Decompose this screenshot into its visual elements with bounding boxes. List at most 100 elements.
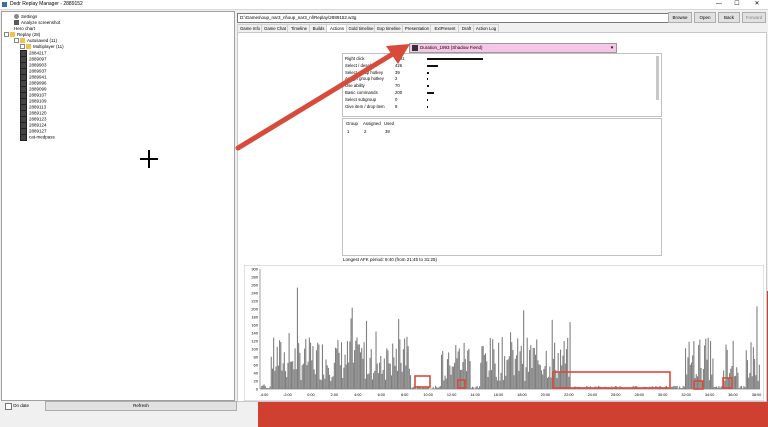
- apm-bar: [446, 379, 447, 389]
- apm-bar: [481, 346, 482, 389]
- apm-bar: [384, 359, 385, 389]
- apm-bar: [298, 343, 299, 389]
- tab-timeline[interactable]: Timeline: [287, 24, 311, 32]
- apm-bar: [329, 375, 330, 389]
- table-cell: 2: [364, 129, 366, 134]
- tab-action-log[interactable]: Action Log: [473, 24, 499, 32]
- stat-row[interactable]: Select / deselect426: [345, 63, 377, 69]
- apm-bar: [684, 387, 685, 389]
- apm-bar: [328, 368, 329, 389]
- apm-bar: [375, 332, 376, 389]
- replay-tree[interactable]: Settings Analyze screenshot Hero chart R…: [1, 11, 235, 401]
- apm-bar: [300, 380, 301, 389]
- apm-bar: [265, 386, 266, 389]
- apm-bar: [508, 359, 509, 389]
- x-tick-label: 10:00: [423, 393, 433, 397]
- tab-game-info[interactable]: Game Info: [237, 24, 263, 32]
- apm-bar: [706, 360, 707, 389]
- action-stats-list[interactable]: Right click2101Select / deselect426Selec…: [342, 53, 662, 117]
- x-tick-label: 34:00: [705, 393, 715, 397]
- apm-bar: [710, 341, 711, 389]
- apm-bar: [511, 342, 512, 389]
- apm-bar: [489, 370, 490, 389]
- stat-row[interactable]: Assign group hotkey2: [345, 76, 384, 82]
- apm-bar: [497, 380, 498, 389]
- apm-bar: [370, 358, 371, 389]
- stat-row[interactable]: Use ability70: [345, 83, 365, 89]
- browse-button[interactable]: Browse: [668, 12, 692, 23]
- stat-row[interactable]: Select subgroup0: [345, 97, 376, 103]
- open-button[interactable]: Open: [694, 12, 716, 23]
- apm-bar: [397, 371, 398, 389]
- apm-bar: [325, 360, 326, 389]
- apm-bar: [450, 375, 451, 389]
- tree-item-replay-file[interactable]: cat-medpass: [20, 134, 55, 140]
- collapse-icon[interactable]: [4, 32, 9, 37]
- stat-row[interactable]: Right click2101: [345, 56, 365, 62]
- apm-bar: [496, 377, 497, 389]
- expand-icon[interactable]: [20, 44, 25, 49]
- tab-game-chat[interactable]: Game Chat: [261, 24, 289, 32]
- close-button[interactable]: ✕: [750, 0, 764, 9]
- stat-row[interactable]: Basic commands200: [345, 90, 378, 96]
- replay-path-input[interactable]: D:\Games\oup_nar3_nl\oup_nar3_nl\Replay\…: [237, 13, 669, 23]
- apm-bar: [349, 341, 350, 389]
- apm-bar: [339, 353, 340, 389]
- apm-bar: [374, 371, 375, 389]
- stat-label: Right click: [345, 56, 365, 61]
- player-select[interactable]: Duration_1993 (Shadow Fiend) ▾: [409, 43, 617, 53]
- apm-bar: [386, 348, 387, 389]
- apm-bar: [364, 342, 365, 389]
- x-tick-label: 24:00: [588, 393, 598, 397]
- apm-bar: [712, 358, 713, 389]
- apm-bar: [487, 377, 488, 389]
- x-tick-label: 30:00: [658, 393, 668, 397]
- folder-icon: [26, 44, 31, 49]
- apm-bar: [549, 367, 550, 389]
- tab-exp-timeline[interactable]: Exp timeline: [374, 24, 404, 32]
- apm-bar: [690, 365, 691, 389]
- on-date-checkbox[interactable]: [5, 403, 12, 410]
- apm-bar: [317, 343, 318, 389]
- apm-bar: [752, 376, 753, 389]
- stat-row[interactable]: Select group hotkey39: [345, 70, 383, 76]
- minimize-button[interactable]: —: [712, 0, 726, 9]
- apm-bar: [680, 388, 681, 389]
- back-button[interactable]: Back: [718, 12, 740, 23]
- apm-bar: [310, 343, 311, 389]
- apm-bar: [304, 349, 305, 389]
- apm-bar: [740, 387, 741, 389]
- stat-row[interactable]: Give item / drop item8: [345, 104, 385, 110]
- apm-bar: [717, 388, 718, 389]
- apm-bar: [410, 375, 411, 389]
- apm-bar: [677, 386, 678, 389]
- forward-button[interactable]: Forward: [742, 12, 766, 23]
- chevron-down-icon[interactable]: ▾: [609, 44, 615, 52]
- apm-bar: [360, 352, 361, 389]
- apm-bar: [502, 337, 503, 389]
- apm-bar: [422, 388, 423, 389]
- y-tick-label: 220: [251, 299, 258, 304]
- expand-icon[interactable]: [14, 38, 19, 43]
- tab-gold-timeline[interactable]: Gold timeline: [346, 24, 376, 32]
- stat-value: 2: [395, 76, 397, 82]
- apm-bar: [565, 364, 566, 389]
- apm-bar: [472, 387, 473, 389]
- tab-presentation[interactable]: Presentation: [402, 24, 432, 32]
- refresh-button[interactable]: Refresh: [45, 401, 237, 411]
- apm-bar: [714, 387, 715, 389]
- camera-icon: [14, 20, 19, 25]
- apm-bar: [523, 310, 524, 389]
- apm-bar: [535, 355, 536, 389]
- maximize-button[interactable]: ☐: [730, 0, 744, 9]
- tab-extpresent[interactable]: ExtPresent: [430, 24, 460, 32]
- scrollbar[interactable]: [656, 56, 659, 100]
- apm-bar: [518, 371, 519, 389]
- apm-bar: [529, 350, 530, 389]
- apm-bar: [729, 373, 730, 389]
- apm-bar: [408, 346, 409, 389]
- apm-bar: [385, 380, 386, 389]
- apm-bar: [561, 365, 562, 389]
- apm-bar: [305, 339, 306, 389]
- apm-bar: [515, 359, 516, 389]
